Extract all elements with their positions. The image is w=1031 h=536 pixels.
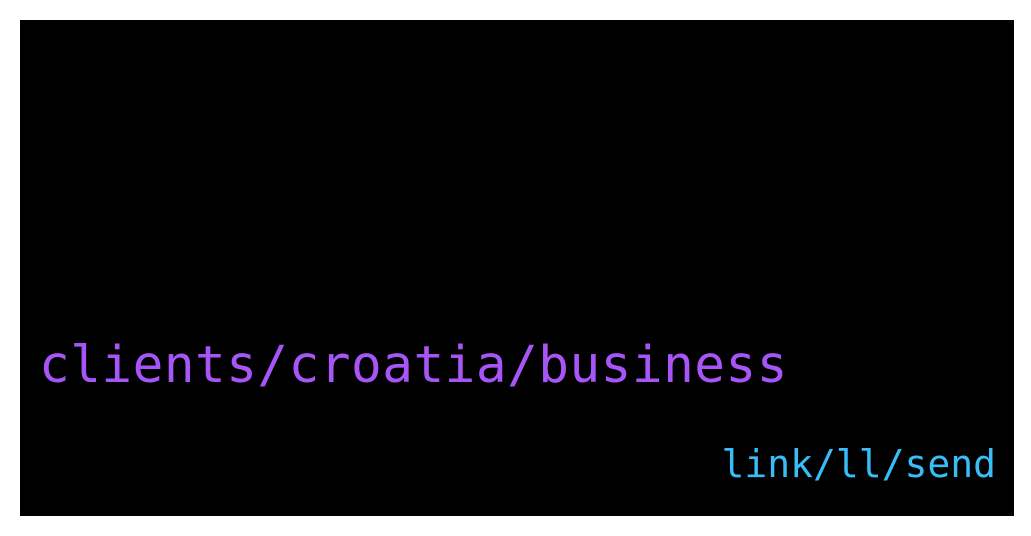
- primary-path-text: clients/croatia/business: [39, 336, 788, 395]
- secondary-path-text: link/ll/send: [721, 442, 996, 486]
- display-panel: clients/croatia/business link/ll/send: [20, 20, 1014, 516]
